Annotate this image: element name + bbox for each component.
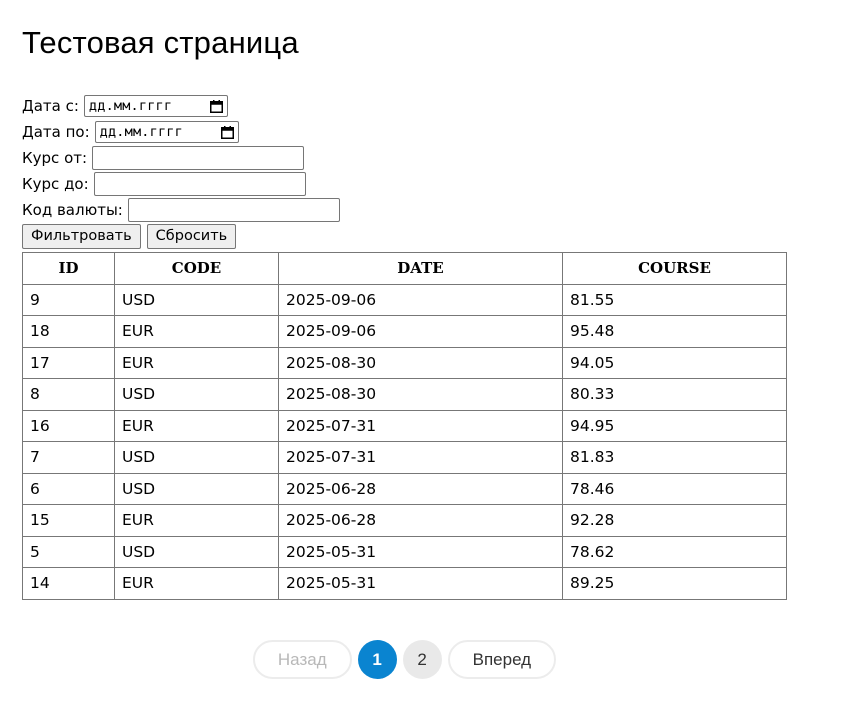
page-button-1[interactable]: 1: [357, 640, 397, 679]
cell-code: EUR: [114, 346, 279, 379]
date-to-value: дд.мм.гггг: [99, 124, 183, 140]
column-header-code: CODE: [114, 252, 279, 285]
currency-row: Код валюты:: [22, 197, 340, 223]
cell-code: USD: [114, 378, 279, 411]
cell-date: 2025-05-31: [278, 535, 563, 568]
rates-table: ID CODE DATE COURSE 9 USD 2025-09-06 81.…: [22, 252, 787, 600]
cell-code: EUR: [114, 567, 279, 600]
cell-course: 80.33: [562, 378, 787, 411]
cell-date: 2025-07-31: [278, 409, 563, 442]
course-from-input[interactable]: [92, 146, 305, 170]
prev-page-button[interactable]: Назад: [252, 640, 352, 679]
table-row: 15 EUR 2025-06-28 92.28: [22, 504, 787, 537]
cell-id: 9: [22, 283, 115, 316]
cell-course: 78.62: [562, 535, 787, 568]
table-row: 7 USD 2025-07-31 81.83: [22, 441, 787, 474]
column-header-date: DATE: [278, 252, 563, 285]
cell-id: 14: [22, 567, 115, 600]
next-page-button[interactable]: Вперед: [447, 640, 557, 679]
cell-course: 92.28: [562, 504, 787, 537]
cell-course: 78.46: [562, 472, 787, 505]
date-from-row: Дата с: дд.мм.гггг: [22, 93, 340, 119]
column-header-course: COURSE: [562, 252, 787, 285]
cell-code: EUR: [114, 409, 279, 442]
cell-code: USD: [114, 441, 279, 474]
course-to-label: Курс до:: [22, 175, 89, 193]
cell-id: 8: [22, 378, 115, 411]
filter-form: Дата с: дд.мм.гггг Дата по: дд.мм.гггг К…: [22, 93, 340, 249]
table-row: 9 USD 2025-09-06 81.55: [22, 283, 787, 316]
reset-button[interactable]: Сбросить: [146, 223, 237, 249]
cell-course: 89.25: [562, 567, 787, 600]
cell-course: 81.55: [562, 283, 787, 316]
cell-course: 81.83: [562, 441, 787, 474]
currency-label: Код валюты:: [22, 201, 123, 219]
cell-id: 17: [22, 346, 115, 379]
table-row: 8 USD 2025-08-30 80.33: [22, 378, 787, 411]
table-row: 6 USD 2025-06-28 78.46: [22, 472, 787, 505]
cell-date: 2025-08-30: [278, 378, 563, 411]
date-from-value: дд.мм.гггг: [88, 98, 173, 114]
cell-date: 2025-06-28: [278, 504, 563, 537]
date-to-label: Дата по:: [22, 123, 90, 141]
cell-course: 95.48: [562, 315, 787, 348]
column-header-id: ID: [22, 252, 115, 285]
calendar-icon[interactable]: [209, 99, 223, 113]
cell-date: 2025-09-06: [278, 315, 563, 348]
cell-id: 7: [22, 441, 115, 474]
course-from-row: Курс от:: [22, 145, 340, 171]
cell-date: 2025-05-31: [278, 567, 563, 600]
course-from-label: Курс от:: [22, 149, 88, 167]
cell-id: 6: [22, 472, 115, 505]
table-row: 16 EUR 2025-07-31 94.95: [22, 409, 787, 442]
cell-date: 2025-07-31: [278, 441, 563, 474]
filter-buttons: Фильтровать Сбросить: [22, 223, 340, 249]
page-title: Тестовая страница: [22, 25, 299, 60]
pagination: Назад 1 2 Вперед: [22, 640, 787, 679]
cell-code: USD: [114, 472, 279, 505]
date-from-input[interactable]: дд.мм.гггг: [83, 95, 228, 117]
cell-date: 2025-06-28: [278, 472, 563, 505]
date-to-input[interactable]: дд.мм.гггг: [94, 121, 239, 143]
cell-course: 94.05: [562, 346, 787, 379]
course-to-row: Курс до:: [22, 171, 340, 197]
table-row: 18 EUR 2025-09-06 95.48: [22, 315, 787, 348]
filter-button[interactable]: Фильтровать: [22, 223, 141, 249]
cell-code: USD: [114, 535, 279, 568]
date-to-row: Дата по: дд.мм.гггг: [22, 119, 340, 145]
cell-date: 2025-09-06: [278, 283, 563, 316]
cell-id: 18: [22, 315, 115, 348]
table-row: 17 EUR 2025-08-30 94.05: [22, 346, 787, 379]
cell-id: 16: [22, 409, 115, 442]
page-button-2[interactable]: 2: [402, 640, 442, 679]
cell-id: 15: [22, 504, 115, 537]
cell-id: 5: [22, 535, 115, 568]
currency-input[interactable]: [127, 198, 340, 222]
cell-code: EUR: [114, 315, 279, 348]
table-row: 5 USD 2025-05-31 78.62: [22, 535, 787, 568]
course-to-input[interactable]: [93, 172, 306, 196]
cell-date: 2025-08-30: [278, 346, 563, 379]
cell-code: USD: [114, 283, 279, 316]
cell-code: EUR: [114, 504, 279, 537]
table-row: 14 EUR 2025-05-31 89.25: [22, 567, 787, 600]
calendar-icon[interactable]: [220, 125, 234, 139]
date-from-label: Дата с:: [22, 97, 79, 115]
cell-course: 94.95: [562, 409, 787, 442]
table-header-row: ID CODE DATE COURSE: [22, 252, 787, 285]
